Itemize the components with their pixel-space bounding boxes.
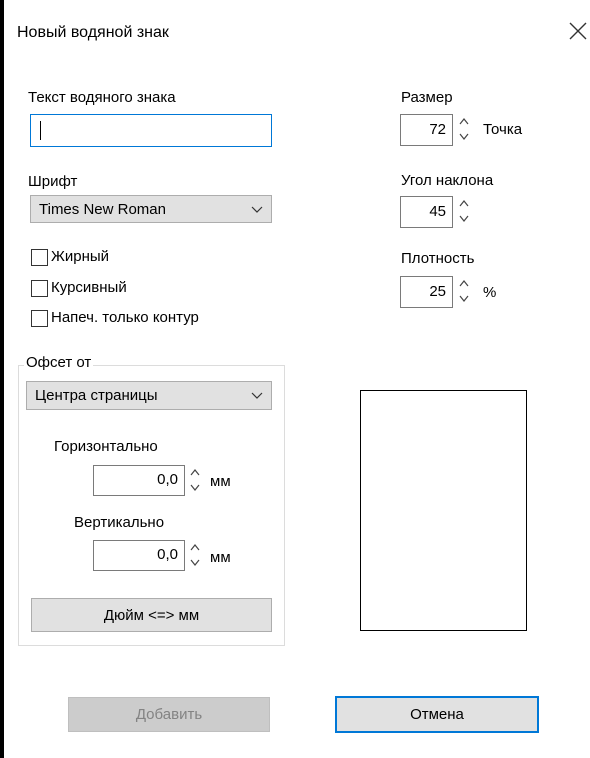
- size-value: 72: [429, 121, 446, 138]
- watermark-text-input[interactable]: [30, 114, 272, 147]
- density-input[interactable]: 25: [400, 276, 453, 308]
- watermark-dialog: Новый водяной знак Текст водяного знака …: [4, 0, 590, 758]
- horizontal-spin-icon[interactable]: [189, 467, 201, 493]
- cancel-button[interactable]: Отмена: [335, 696, 539, 733]
- chevron-down-icon: [251, 206, 263, 213]
- size-input[interactable]: 72: [400, 114, 453, 146]
- offset-select-value: Центра страницы: [35, 387, 158, 404]
- dialog-title: Новый водяной знак: [17, 24, 169, 41]
- outline-label: Напеч. только контур: [51, 309, 199, 326]
- close-icon[interactable]: [567, 20, 589, 42]
- bold-checkbox[interactable]: [31, 249, 48, 266]
- font-select[interactable]: Times New Roman: [30, 195, 272, 223]
- vertical-value: 0,0: [157, 546, 178, 563]
- density-label: Плотность: [401, 250, 475, 267]
- density-spin-icon[interactable]: [458, 278, 470, 304]
- vertical-unit: мм: [210, 549, 231, 566]
- horizontal-input[interactable]: 0,0: [93, 465, 185, 496]
- angle-value: 45: [429, 203, 446, 220]
- toggle-units-button[interactable]: Дюйм <=> мм: [31, 598, 272, 632]
- font-select-value: Times New Roman: [39, 201, 166, 218]
- font-label: Шрифт: [28, 173, 78, 190]
- vertical-label: Вертикально: [74, 514, 165, 531]
- chevron-down-icon: [251, 392, 263, 399]
- horizontal-value: 0,0: [157, 471, 178, 488]
- density-value: 25: [429, 283, 446, 300]
- vertical-input[interactable]: 0,0: [93, 540, 185, 571]
- cancel-button-label: Отмена: [410, 706, 464, 723]
- italic-label: Курсивный: [51, 279, 127, 296]
- size-spin-icon[interactable]: [458, 116, 470, 142]
- add-button[interactable]: Добавить: [68, 697, 270, 732]
- vertical-spin-icon[interactable]: [189, 542, 201, 568]
- angle-spin-icon[interactable]: [458, 198, 470, 224]
- offset-select[interactable]: Центра страницы: [26, 381, 272, 410]
- size-unit: Точка: [483, 121, 523, 138]
- italic-checkbox[interactable]: [31, 280, 48, 297]
- horizontal-unit: мм: [210, 473, 231, 490]
- bold-label: Жирный: [51, 248, 110, 265]
- text-caret: [40, 121, 41, 140]
- angle-label: Угол наклона: [401, 172, 494, 189]
- outline-checkbox[interactable]: [31, 310, 48, 327]
- watermark-preview: [360, 390, 527, 631]
- toggle-units-label: Дюйм <=> мм: [103, 607, 200, 624]
- angle-input[interactable]: 45: [400, 196, 453, 228]
- offset-legend: Офсет от: [24, 354, 94, 371]
- size-label: Размер: [401, 89, 453, 106]
- horizontal-label: Горизонтально: [54, 438, 158, 455]
- add-button-label: Добавить: [135, 706, 203, 723]
- density-unit: %: [483, 284, 497, 301]
- watermark-text-label: Текст водяного знака: [28, 89, 176, 106]
